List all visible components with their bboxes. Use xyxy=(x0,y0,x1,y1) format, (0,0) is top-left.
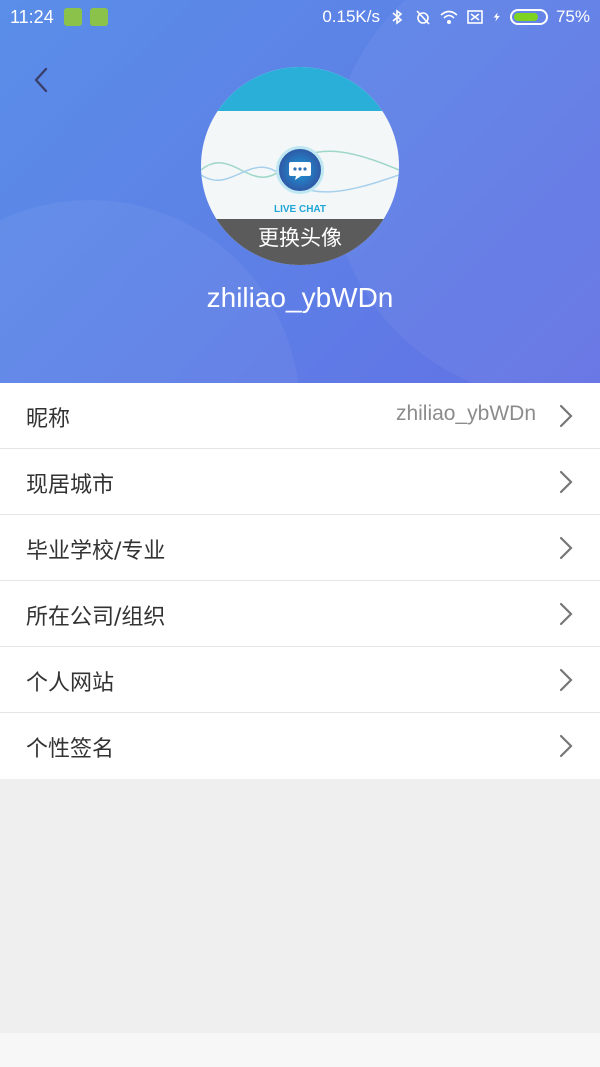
profile-header: 11:24 0.15K/s 75% LIVE CHAT 更换头像 zhiliao… xyxy=(0,0,600,383)
avatar[interactable]: LIVE CHAT 更换头像 xyxy=(201,67,399,265)
back-button[interactable] xyxy=(24,60,64,100)
item-value: zhiliao_ybWDn xyxy=(395,402,536,425)
change-avatar-button[interactable]: 更换头像 xyxy=(201,219,399,265)
item-label: 个人网站 xyxy=(26,671,115,696)
avatar-banner xyxy=(201,67,399,111)
android-app-icon xyxy=(90,8,108,26)
username: zhiliao_ybWDn xyxy=(206,282,394,313)
avatar-brand-text: LIVE CHAT xyxy=(273,204,327,215)
chat-bubble-icon xyxy=(276,146,324,194)
chevron-right-icon xyxy=(559,668,573,692)
list-item-nickname[interactable]: 昵称 zhiliao_ybWDn xyxy=(0,383,600,449)
chevron-right-icon xyxy=(559,470,573,494)
charging-icon xyxy=(493,12,500,22)
item-label: 所在公司/组织 xyxy=(26,605,166,630)
item-label: 昵称 xyxy=(26,407,71,432)
bluetooth-icon xyxy=(392,9,403,25)
sim-off-icon xyxy=(467,10,483,24)
network-speed: 0.15K/s xyxy=(322,7,380,26)
profile-list: 昵称 zhiliao_ybWDn 现居城市 毕业学校/专业 所在公司/组织 个人… xyxy=(0,383,600,779)
list-item-signature[interactable]: 个性签名 xyxy=(0,713,600,779)
battery-app-icon xyxy=(64,8,82,26)
battery-icon xyxy=(509,9,548,25)
bottom-bar xyxy=(0,1033,600,1067)
item-label: 个性签名 xyxy=(26,737,115,762)
list-item-school[interactable]: 毕业学校/专业 xyxy=(0,515,600,581)
chevron-right-icon xyxy=(559,734,573,758)
wifi-icon xyxy=(440,10,458,24)
status-time: 11:24 xyxy=(10,7,54,27)
alarm-off-icon xyxy=(416,10,430,25)
item-label: 现居城市 xyxy=(26,473,115,498)
list-item-city[interactable]: 现居城市 xyxy=(0,449,600,515)
item-label: 毕业学校/专业 xyxy=(26,539,166,564)
list-item-company[interactable]: 所在公司/组织 xyxy=(0,581,600,647)
status-bar: 11:24 0.15K/s 75% xyxy=(0,0,600,36)
chevron-right-icon xyxy=(559,602,573,626)
status-right: 0.15K/s 75% xyxy=(322,7,590,27)
battery-percent: 75% xyxy=(555,7,590,26)
chevron-right-icon xyxy=(559,404,573,428)
chevron-right-icon xyxy=(559,536,573,560)
list-item-website[interactable]: 个人网站 xyxy=(0,647,600,713)
